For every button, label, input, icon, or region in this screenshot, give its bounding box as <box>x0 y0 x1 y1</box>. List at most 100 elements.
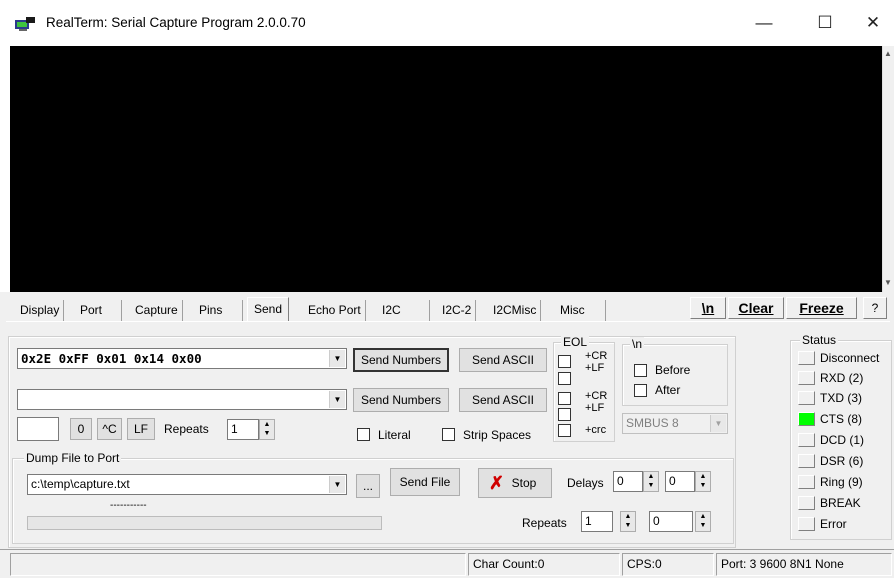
browse-button[interactable]: ... <box>356 474 380 498</box>
stop-label: Stop <box>511 476 537 490</box>
dump-repeats1-value[interactable]: 1 <box>585 514 592 528</box>
tab-misc[interactable]: Misc <box>556 300 606 321</box>
dump-repeats1-spinner[interactable]: ▲ ▼ <box>620 511 636 532</box>
status-label: Disconnect <box>820 351 880 365</box>
status-label: RXD (2) <box>820 371 864 385</box>
status-led <box>798 371 815 385</box>
dump-repeats2-input[interactable]: 0 <box>649 511 693 532</box>
tab-capture[interactable]: Capture <box>131 300 183 321</box>
chevron-down-icon[interactable]: ▼ <box>329 476 345 493</box>
status-label: TXD (3) <box>820 391 862 405</box>
dump-repeats-label: Repeats <box>522 516 567 530</box>
after-checkbox[interactable] <box>634 384 647 397</box>
eol-cr-checkbox-2[interactable] <box>558 392 571 405</box>
minimize-button[interactable]: — <box>741 0 787 46</box>
status-label: DCD (1) <box>820 433 864 447</box>
tab-pins[interactable]: Pins <box>195 300 243 321</box>
dump-file-path[interactable]: c:\temp\capture.txt <box>31 477 130 491</box>
tab-display[interactable]: Display <box>16 300 65 321</box>
delay1-value[interactable]: 0 <box>617 474 624 488</box>
eol-title: EOL <box>561 335 590 349</box>
repeats-value[interactable]: 1 <box>231 422 238 436</box>
realterm-app-icon <box>15 17 35 31</box>
strip-spaces-checkbox[interactable] <box>442 428 455 441</box>
delay1-input[interactable]: 0 <box>613 471 643 492</box>
clear-button[interactable]: Clear <box>728 297 784 319</box>
tab-port[interactable]: Port <box>76 300 122 321</box>
repeats-input[interactable]: 1 <box>227 419 259 440</box>
delay1-spinner[interactable]: ▲ ▼ <box>643 471 659 492</box>
eol-lf-checkbox-1[interactable] <box>558 372 571 385</box>
send-number-combo-1[interactable]: 0x2E 0xFF 0x01 0x14 0x00 ▼ <box>17 348 347 369</box>
char-count: Char Count:0 <box>468 553 620 576</box>
send-ascii-button-1[interactable]: Send ASCII <box>459 348 547 372</box>
send-number-value-1[interactable]: 0x2E 0xFF 0x01 0x14 0x00 <box>21 351 202 366</box>
scroll-down-icon[interactable]: ▼ <box>883 278 893 288</box>
before-checkbox[interactable] <box>634 364 647 377</box>
status-label: DSR (6) <box>820 454 864 468</box>
tab-i2c[interactable]: I2C <box>378 300 430 321</box>
after-label: After <box>655 383 681 397</box>
send-file-button[interactable]: Send File <box>390 468 460 496</box>
repeats-spinner[interactable]: ▲ ▼ <box>259 419 275 440</box>
chevron-down-icon[interactable]: ▼ <box>710 415 726 432</box>
status-led <box>798 412 815 426</box>
literal-checkbox[interactable] <box>357 428 370 441</box>
chevron-down-icon[interactable]: ▼ <box>329 350 345 367</box>
send-number-combo-2[interactable]: ▼ <box>17 389 347 410</box>
send-ascii-button-2[interactable]: Send ASCII <box>459 388 547 412</box>
terminal-scrollbar[interactable] <box>882 46 894 292</box>
status-led <box>798 351 815 365</box>
chevron-down-icon[interactable]: ▼ <box>329 391 345 408</box>
status-led <box>798 454 815 468</box>
newline-button[interactable]: \n <box>690 297 726 319</box>
tab-echo-port[interactable]: Echo Port <box>304 300 366 321</box>
minimize-icon: — <box>755 13 773 32</box>
eol-crc-checkbox[interactable] <box>558 424 571 437</box>
status-led <box>798 433 815 447</box>
smbus-value: SMBUS 8 <box>626 416 679 430</box>
terminal-display[interactable] <box>10 46 882 292</box>
lf-button[interactable]: LF <box>127 418 155 440</box>
dump-repeats2-value[interactable]: 0 <box>653 514 660 528</box>
help-button[interactable]: ? <box>863 297 887 319</box>
delay2-value[interactable]: 0 <box>669 474 676 488</box>
tab-i2cmisc[interactable]: I2CMisc <box>489 300 542 321</box>
delay2-spinner[interactable]: ▲ ▼ <box>695 471 711 492</box>
newline-group-title: \n <box>630 337 645 351</box>
eol-crc-label: +crc <box>585 424 607 436</box>
scroll-up-icon[interactable]: ▲ <box>883 49 893 59</box>
status-label: Error <box>820 517 847 531</box>
status-led <box>798 517 815 531</box>
dump-file-path-combo[interactable]: c:\temp\capture.txt ▼ <box>27 474 347 495</box>
window-title: RealTerm: Serial Capture Program 2.0.0.7… <box>46 15 306 30</box>
before-label: Before <box>655 363 691 377</box>
dump-repeats2-spinner[interactable]: ▲ ▼ <box>695 511 711 532</box>
eol-cr-checkbox-1[interactable] <box>558 355 571 368</box>
status-label: CTS (8) <box>820 412 862 426</box>
tabs-separator <box>6 321 890 322</box>
status-led <box>798 391 815 405</box>
tab-send[interactable]: Send <box>247 297 290 322</box>
status-title: Status <box>800 333 839 347</box>
smbus-select[interactable]: SMBUS 8 ▼ <box>622 413 728 434</box>
status-led <box>798 496 815 510</box>
send-numbers-button-2[interactable]: Send Numbers <box>353 388 449 412</box>
freeze-button[interactable]: Freeze <box>786 297 857 319</box>
stop-button[interactable]: ✗ Stop <box>478 468 552 498</box>
dump-progress-text: ----------- <box>110 500 147 511</box>
eol-lf-label-2: +LF <box>585 402 605 414</box>
zero-button[interactable]: 0 <box>70 418 92 440</box>
eol-cr-label-2: +CR <box>585 390 608 402</box>
eol-lf-checkbox-2[interactable] <box>558 408 571 421</box>
status-label: Ring (9) <box>820 475 863 489</box>
char-input[interactable] <box>17 417 59 441</box>
send-numbers-button-1[interactable]: Send Numbers <box>353 348 449 372</box>
close-button[interactable]: ✕ <box>850 0 894 46</box>
dump-repeats1-input[interactable]: 1 <box>581 511 613 532</box>
tab-i2c-2[interactable]: I2C-2 <box>438 300 477 321</box>
eol-lf-label-1: +LF <box>585 362 605 374</box>
delay2-input[interactable]: 0 <box>665 471 695 492</box>
maximize-button[interactable]: ☐ <box>802 0 848 46</box>
ctrl-c-button[interactable]: ^C <box>97 418 122 440</box>
